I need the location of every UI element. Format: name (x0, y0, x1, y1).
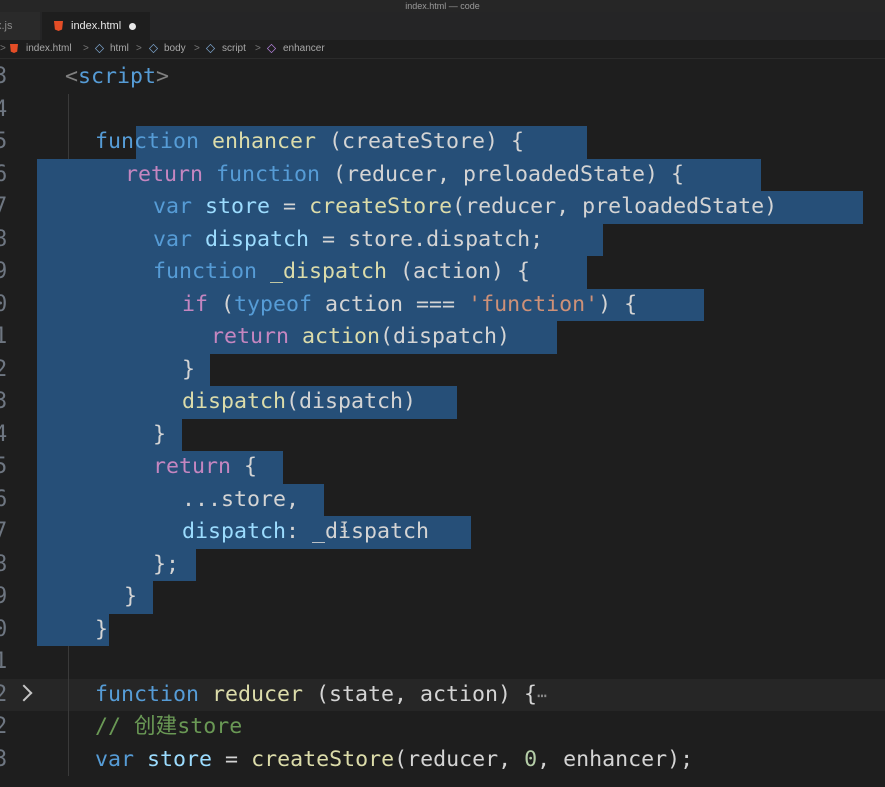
html5-file-icon (54, 21, 63, 31)
html5-file-icon (10, 44, 18, 53)
code-line[interactable]: 7 var store = createStore(reducer, prelo… (0, 191, 885, 224)
line-number: 3 (0, 389, 8, 414)
code-line[interactable]: 0 if (typeof action === 'function') { (0, 288, 885, 321)
code-text: ...store, (182, 486, 300, 512)
code-text: return function (reducer, preloadedState… (125, 161, 685, 187)
code-line[interactable]: 4 } (0, 418, 885, 451)
code-line[interactable]: 8 }; (0, 548, 885, 581)
window-title: index.html — code (405, 1, 480, 11)
tab-bar: x.js index.html (0, 12, 885, 40)
code-line[interactable]: 3 dispatch(dispatch) (0, 386, 885, 419)
code-line[interactable]: 1 return action(dispatch) (0, 321, 885, 354)
symbol-module-icon (148, 43, 159, 54)
tab-label: index.html (71, 20, 122, 32)
folded-ellipsis: ⋯ (537, 685, 547, 705)
breadcrumb: > index.html > html > body > script > en… (0, 40, 885, 59)
line-number: 8 (0, 226, 8, 252)
breadcrumb-separator: > (255, 43, 261, 54)
code-line[interactable]: 6 return function (reducer, preloadedSta… (0, 158, 885, 191)
line-number: 8 (0, 551, 8, 577)
line-number: 9 (0, 584, 8, 609)
code-text: function reducer (state, action) {⋯ (95, 681, 547, 707)
code-text: var store = createStore(reducer, preload… (153, 194, 778, 219)
breadcrumb-separator: > (83, 43, 89, 54)
code-text: dispatch(dispatch) (182, 389, 417, 414)
breadcrumb-item-file[interactable]: index.html (26, 40, 72, 58)
line-number: 0 (0, 616, 8, 642)
line-number: 4 (0, 96, 8, 122)
code-text: } (182, 356, 196, 382)
code-text: var store = createStore(reducer, 0, enha… (95, 746, 694, 772)
line-number: 1 (0, 324, 8, 349)
code-text: <script> (65, 64, 170, 89)
code-line[interactable]: 1 (0, 646, 885, 679)
breadcrumb-item-script[interactable]: script (222, 40, 246, 58)
code-text: function _dispatch (action) { (153, 259, 531, 284)
line-number: 9 (0, 259, 8, 284)
code-line[interactable]: 3 <script> (0, 61, 885, 94)
code-line[interactable]: 8 var dispatch = store.dispatch; (0, 223, 885, 256)
line-number: 1 (0, 649, 8, 674)
code-line[interactable]: 3 var store = createStore(reducer, 0, en… (0, 743, 885, 776)
code-text: var dispatch = store.dispatch; (153, 226, 544, 252)
line-number: 7 (0, 194, 8, 219)
code-line[interactable]: 7 dispatch: _dispatch (0, 516, 885, 549)
tab-index-html[interactable]: index.html (42, 12, 150, 40)
code-text: if (typeof action === 'function') { (182, 291, 638, 317)
code-text: }; (153, 551, 180, 577)
breadcrumb-separator: > (0, 43, 6, 54)
symbol-module-icon (94, 43, 105, 54)
line-number: 4 (0, 421, 8, 447)
line-number: 7 (0, 519, 8, 544)
line-number: 6 (0, 486, 8, 512)
code-text: } (124, 584, 138, 609)
code-line[interactable]: 2 // 创建store (0, 711, 885, 744)
breadcrumb-separator: > (136, 43, 142, 54)
code-text: function enhancer (createStore) { (95, 129, 525, 154)
code-line[interactable]: 4 (0, 93, 885, 126)
tab-x-js[interactable]: x.js (0, 12, 40, 40)
line-number: 3 (0, 746, 8, 772)
code-text: dispatch: _dispatch (182, 519, 430, 544)
line-number: 3 (0, 64, 8, 89)
line-number: 6 (0, 161, 8, 187)
code-text: // 创建store (95, 714, 243, 739)
symbol-method-icon (266, 43, 277, 54)
breadcrumb-item-body[interactable]: body (164, 40, 186, 58)
code-line[interactable]: 9 function _dispatch (action) { (0, 256, 885, 289)
unsaved-dot-icon[interactable] (129, 23, 136, 30)
code-line[interactable]: 5 function enhancer (createStore) { (0, 126, 885, 159)
code-line[interactable]: 6 ...store, (0, 483, 885, 516)
line-number: 2 (0, 356, 8, 382)
line-number: 5 (0, 454, 8, 479)
code-line[interactable]: 9 } (0, 581, 885, 614)
line-number: 5 (0, 129, 8, 154)
code-line[interactable]: 2 function reducer (state, action) {⋯ (0, 678, 885, 711)
code-editor[interactable]: 3 <script> 4 5 function enhancer (create… (0, 59, 885, 787)
code-text: } (153, 421, 167, 447)
code-text: } (95, 616, 109, 642)
window-titlebar: index.html — code (0, 0, 885, 12)
line-number: 0 (0, 291, 8, 317)
breadcrumb-separator: > (194, 43, 200, 54)
code-line[interactable]: 0 } (0, 613, 885, 646)
breadcrumb-item-html[interactable]: html (110, 40, 129, 58)
code-line[interactable]: 2 } (0, 353, 885, 386)
line-number: 2 (0, 714, 8, 739)
code-text: return { (153, 454, 258, 479)
text-cursor-icon: I (340, 520, 349, 536)
code-line[interactable]: 5 return { (0, 451, 885, 484)
breadcrumb-item-enhancer[interactable]: enhancer (283, 40, 325, 58)
code-text: return action(dispatch) (211, 324, 511, 349)
symbol-module-icon (205, 43, 216, 54)
line-number: 2 (0, 681, 8, 707)
tab-label: x.js (0, 20, 13, 32)
